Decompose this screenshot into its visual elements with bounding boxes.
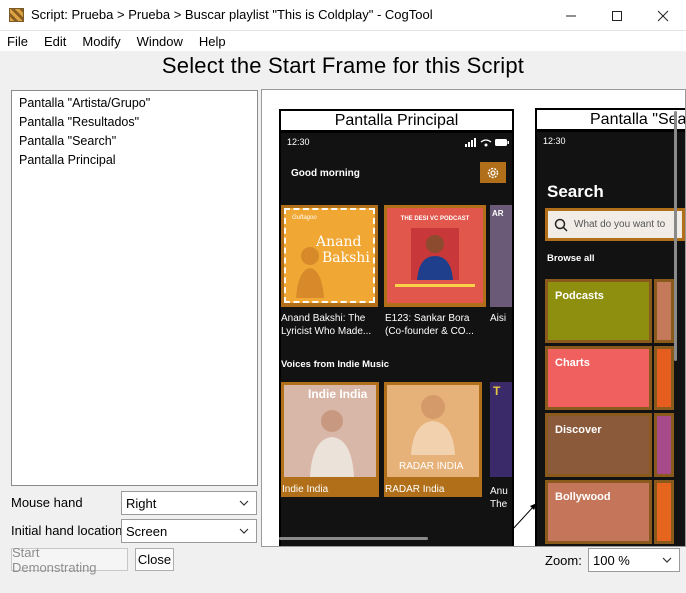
card-art: Guftagoo Anand Bakshi: [284, 208, 375, 303]
card-radar-india[interactable]: RADAR INDIA RADAR India: [384, 382, 482, 497]
genre-partial[interactable]: [654, 346, 674, 410]
card-art-title: Indie India: [308, 387, 368, 401]
mouse-hand-value: Right: [126, 495, 157, 511]
chevron-down-icon: [239, 528, 249, 534]
cogtool-app-icon: [9, 8, 24, 22]
minimize-icon: [566, 15, 576, 16]
artist-photo: [310, 410, 354, 477]
chevron-down-icon: [662, 557, 672, 563]
settings-button[interactable]: [480, 162, 506, 183]
card-indie-india[interactable]: Indie India Indie India: [281, 382, 379, 497]
card-partial[interactable]: T: [490, 382, 512, 477]
card-art: THE DESI VC PODCAST: [387, 208, 483, 303]
artist-photo: [411, 395, 455, 455]
list-item-pantalla-principal[interactable]: Pantalla Principal: [12, 151, 257, 170]
dialog-heading: Select the Start Frame for this Script: [161, 53, 525, 78]
search-icon: [554, 218, 568, 232]
close-button[interactable]: Close: [135, 548, 174, 571]
host-photo: [411, 228, 459, 280]
maximize-button[interactable]: [594, 0, 640, 31]
genre-partial[interactable]: [654, 480, 674, 544]
genre-discover[interactable]: Discover: [545, 413, 652, 477]
card-art: Indie India: [284, 385, 376, 477]
gear-icon: [487, 167, 499, 178]
genre-bollywood[interactable]: Bollywood: [545, 480, 652, 544]
card-art-subtitle: Bakshi: [322, 250, 370, 266]
portrait-illustration: [296, 247, 324, 298]
frame-principal[interactable]: 12:30 Good morning Guftagoo Anand Bakshi…: [279, 131, 514, 546]
search-input[interactable]: What do you want to: [545, 208, 685, 241]
card-art-title: THE DESI VC PODCAST: [400, 216, 470, 222]
list-item-resultados[interactable]: Pantalla "Resultados": [12, 113, 257, 132]
zoom-value: 100 %: [593, 552, 630, 568]
transition-arrow: [511, 503, 537, 531]
art-stripe: [395, 284, 475, 287]
chevron-down-icon: [239, 500, 249, 506]
zoom-select[interactable]: 100 %: [588, 548, 680, 572]
menu-modify[interactable]: Modify: [74, 34, 128, 49]
mouse-hand-select[interactable]: Right: [121, 491, 257, 515]
search-placeholder: What do you want to: [574, 219, 666, 230]
zoom-label: Zoom:: [545, 553, 582, 568]
frame-title-search[interactable]: Pantalla "Search": [535, 108, 685, 131]
card-anand-bakshi[interactable]: Guftagoo Anand Bakshi: [281, 205, 378, 307]
window-title: Script: Prueba > Prueba > Buscar playlis…: [31, 7, 433, 22]
close-window-button[interactable]: [640, 0, 686, 31]
initial-hand-value: Screen: [126, 523, 168, 539]
card-caption: E123: Sankar Bora (Co-founder & CO...: [385, 313, 474, 337]
list-item-artista-grupo[interactable]: Pantalla "Artista/Grupo": [12, 94, 257, 113]
card-caption: Aisi: [490, 313, 507, 324]
section-title: Voices from Indie Music: [281, 359, 390, 370]
card-caption: Indie India: [282, 484, 329, 495]
maximize-icon: [612, 10, 622, 21]
menu-edit[interactable]: Edit: [36, 34, 74, 49]
card-art-title: T: [493, 384, 501, 398]
card-desi-vc[interactable]: THE DESI VC PODCAST: [384, 205, 486, 307]
frame-search[interactable]: 12:30 Search What do you want to Browse …: [535, 130, 685, 546]
vertical-scrollbar[interactable]: [674, 111, 677, 361]
card-art: RADAR INDIA: [387, 385, 479, 477]
status-time: 12:30: [287, 137, 310, 147]
title-bar: Script: Prueba > Prueba > Buscar playlis…: [0, 0, 686, 31]
genre-partial[interactable]: [654, 413, 674, 477]
horizontal-scrollbar[interactable]: [279, 537, 428, 540]
minimize-button[interactable]: [548, 0, 594, 31]
frame-list[interactable]: Pantalla "Artista/Grupo" Pantalla "Resul…: [11, 90, 258, 486]
card-partial[interactable]: AR: [490, 205, 512, 307]
card-caption: RADAR India: [385, 484, 445, 495]
browse-all-label: Browse all: [547, 253, 595, 264]
menu-bar: File Edit Modify Window Help: [0, 31, 686, 51]
initial-hand-select[interactable]: Screen: [121, 519, 257, 543]
menu-help[interactable]: Help: [191, 34, 234, 49]
card-brand: Guftagoo: [292, 215, 317, 221]
list-item-search[interactable]: Pantalla "Search": [12, 132, 257, 151]
genre-charts[interactable]: Charts: [545, 346, 652, 410]
frame-title-principal[interactable]: Pantalla Principal: [279, 109, 514, 132]
mouse-hand-label: Mouse hand: [11, 495, 83, 510]
card-art-title: RADAR INDIA: [399, 461, 464, 472]
greeting: Good morning: [291, 168, 360, 179]
card-caption: Anand Bakshi: The Lyricist Who Made...: [281, 313, 372, 337]
search-heading: Search: [547, 182, 604, 201]
start-demonstrating-button[interactable]: Start Demonstrating: [11, 545, 128, 575]
menu-file[interactable]: File: [0, 34, 36, 49]
status-time: 12:30: [543, 136, 566, 146]
menu-window[interactable]: Window: [129, 34, 191, 49]
initial-hand-label: Initial hand location: [11, 523, 123, 538]
close-icon: [657, 10, 669, 21]
card-art-title: AR: [492, 209, 504, 218]
genre-podcasts[interactable]: Podcasts: [545, 279, 652, 343]
status-icons: [465, 138, 509, 147]
genre-partial[interactable]: [654, 279, 674, 343]
frame-canvas[interactable]: Pantalla Principal 12:30 Good morning Gu…: [261, 89, 686, 547]
